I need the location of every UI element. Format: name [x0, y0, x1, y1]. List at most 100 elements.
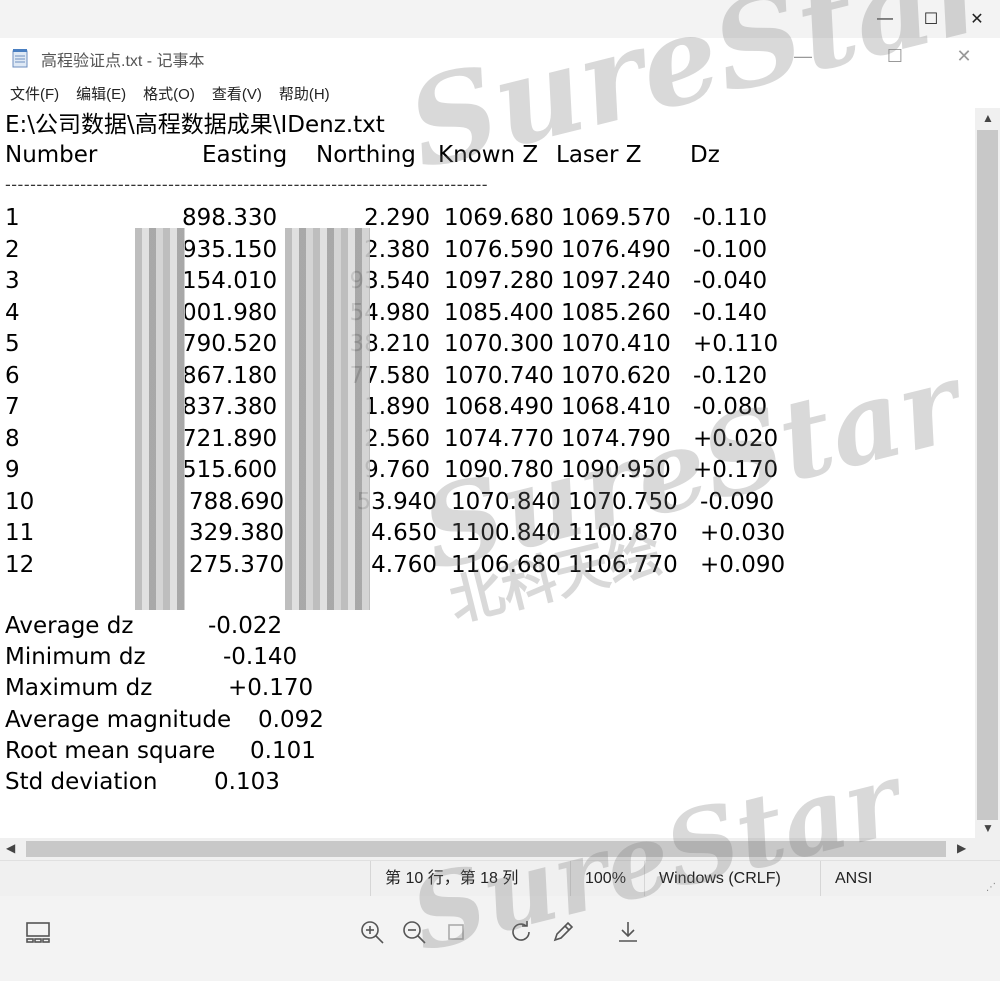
row-number: 7 — [5, 394, 20, 420]
header-northing: Northing — [316, 142, 416, 168]
scroll-right-icon[interactable]: ▶ — [957, 841, 966, 855]
download-icon[interactable] — [612, 916, 644, 948]
row-easting: 898.330 — [182, 205, 278, 231]
rotate-icon[interactable] — [505, 916, 537, 948]
edit-icon[interactable] — [547, 916, 579, 948]
row-laser-z: 1100.870 — [568, 520, 678, 546]
crop-icon[interactable] — [440, 916, 472, 948]
row-known-z: 1070.840 — [451, 488, 561, 515]
notepad-maximize-button[interactable]: ☐ — [872, 38, 918, 74]
row-number: 5 — [5, 331, 20, 357]
zoom-in-icon[interactable] — [356, 916, 388, 948]
header-dz: Dz — [690, 142, 720, 168]
row-laser-z: 1074.790 — [561, 425, 671, 452]
menu-file[interactable]: 文件(F) — [10, 83, 59, 104]
vertical-scrollbar[interactable]: ▲ ▼ — [975, 108, 1000, 838]
header-easting: Easting — [202, 142, 288, 168]
stat-value: 0.103 — [214, 769, 280, 795]
stat-value: 0.092 — [258, 706, 324, 733]
row-dz: +0.090 — [700, 551, 786, 578]
row-dz: +0.110 — [693, 331, 779, 357]
row-easting: 329.380 — [189, 520, 285, 546]
menu-edit[interactable]: 编辑(E) — [76, 83, 126, 104]
scroll-left-icon[interactable]: ◀ — [6, 841, 15, 855]
row-number: 9 — [5, 457, 20, 483]
viewer-minimize-button[interactable]: — — [862, 0, 908, 38]
scrollbar-corner — [975, 838, 1000, 860]
row-northing: 4.650 — [371, 520, 437, 546]
gallery-icon[interactable] — [22, 916, 54, 948]
notepad-titlebar: 高程验证点.txt - 记事本 — ☐ ✕ — [0, 38, 1000, 78]
row-laser-z: 1068.410 — [561, 394, 671, 420]
row-number: 2 — [5, 236, 20, 263]
row-northing: 1.890 — [364, 394, 430, 420]
row-known-z: 1076.590 — [444, 236, 554, 263]
file-path-line: E:\公司数据\高程数据成果\IDenz.txt — [5, 112, 385, 138]
notepad-minimize-button[interactable]: — — [780, 38, 826, 74]
row-northing: 2.290 — [364, 205, 430, 231]
row-known-z: 1090.780 — [444, 457, 554, 483]
header-number: Number — [5, 142, 98, 168]
horizontal-scrollbar[interactable]: ◀ ▶ — [0, 838, 975, 860]
redacted-northing-prefix — [285, 228, 370, 610]
row-known-z: 1070.300 — [444, 331, 554, 357]
zoom-out-icon[interactable] — [398, 916, 430, 948]
row-number: 10 — [5, 488, 35, 515]
scroll-up-icon[interactable]: ▲ — [982, 111, 994, 125]
stat-label: Root mean square — [5, 737, 216, 764]
row-known-z: 1069.680 — [444, 205, 554, 231]
stat-value: -0.140 — [223, 644, 298, 671]
row-laser-z: 1070.410 — [561, 331, 671, 357]
row-dz: -0.110 — [693, 205, 768, 231]
row-dz: -0.090 — [700, 488, 775, 515]
row-dz: +0.170 — [693, 457, 779, 483]
stat-label: Average dz — [5, 613, 134, 639]
row-known-z: 1068.490 — [444, 394, 554, 420]
scroll-down-icon[interactable]: ▼ — [982, 821, 994, 835]
notepad-close-button[interactable]: ✕ — [941, 38, 987, 74]
row-number: 1 — [5, 205, 20, 231]
viewer-close-button[interactable]: ✕ — [954, 0, 1000, 38]
row-known-z: 1074.770 — [444, 425, 554, 452]
row-laser-z: 1085.260 — [561, 299, 671, 326]
row-easting: 515.600 — [182, 457, 278, 483]
stat-label: Average magnitude — [5, 706, 232, 733]
status-bar: 第 10 行，第 18 列 100% Windows (CRLF) ANSI ⋰ — [0, 860, 1000, 897]
row-easting: 154.010 — [182, 268, 278, 294]
row-number: 11 — [5, 520, 35, 546]
notepad-window: 高程验证点.txt - 记事本 — ☐ ✕ 文件(F) 编辑(E) 格式(O) … — [0, 38, 1000, 897]
stat-label: Maximum dz — [5, 675, 153, 702]
menu-help[interactable]: 帮助(H) — [279, 83, 330, 104]
viewer-maximize-button[interactable]: ☐ — [908, 0, 954, 38]
text-editor-area[interactable]: E:\公司数据\高程数据成果\IDenz.txt Number Easting … — [0, 108, 975, 838]
resize-grip-icon[interactable]: ⋰ — [986, 882, 996, 893]
status-zoom: 100% — [570, 861, 626, 897]
row-dz: -0.140 — [693, 299, 768, 326]
separator-line: ----------------------------------------… — [5, 175, 489, 194]
notepad-title: 高程验证点.txt - 记事本 — [41, 53, 205, 70]
row-laser-z: 1090.950 — [561, 457, 671, 483]
horizontal-scroll-thumb[interactable] — [26, 841, 946, 857]
row-laser-z: 1076.490 — [561, 236, 671, 263]
row-easting: 275.370 — [189, 551, 285, 578]
menu-view[interactable]: 查看(V) — [212, 83, 262, 104]
row-dz: +0.020 — [693, 425, 779, 452]
row-dz: -0.120 — [693, 362, 768, 389]
header-known-z: Known Z — [438, 142, 539, 168]
row-northing: 9.760 — [364, 457, 430, 483]
row-laser-z: 1070.750 — [568, 488, 678, 515]
vertical-scroll-thumb[interactable] — [977, 130, 998, 820]
row-easting: 001.980 — [182, 299, 278, 326]
row-number: 6 — [5, 362, 20, 389]
row-known-z: 1097.280 — [444, 268, 554, 294]
row-laser-z: 1097.240 — [561, 268, 671, 294]
menu-format[interactable]: 格式(O) — [143, 83, 195, 104]
header-laser-z: Laser Z — [556, 142, 642, 168]
row-northing: 2.380 — [364, 236, 430, 263]
row-number: 4 — [5, 299, 20, 326]
row-laser-z: 1070.620 — [561, 362, 671, 389]
row-laser-z: 1106.770 — [568, 551, 678, 578]
row-easting: 867.180 — [182, 362, 278, 389]
status-cursor-position: 第 10 行，第 18 列 — [370, 861, 518, 897]
notepad-app-icon — [12, 49, 28, 68]
